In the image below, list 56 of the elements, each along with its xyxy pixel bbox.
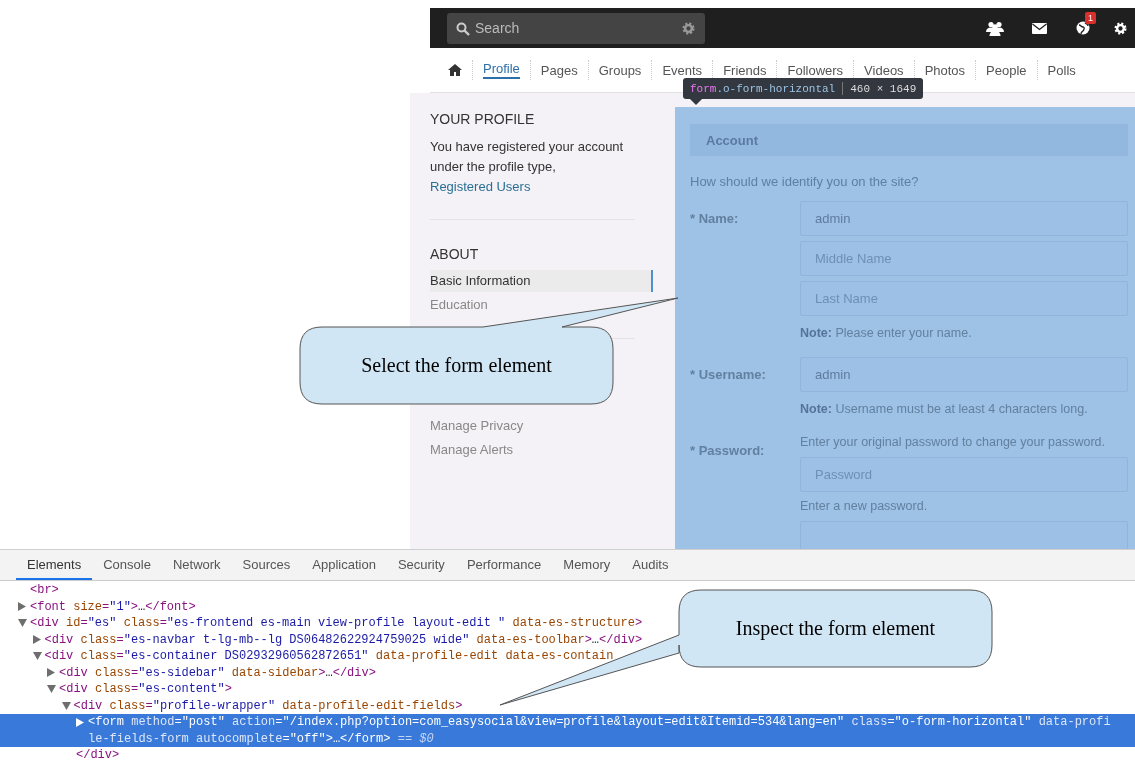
sidebar-item[interactable]: Basic Information xyxy=(430,270,653,292)
devtools-tab[interactable]: Memory xyxy=(552,550,622,580)
devtools-tab[interactable]: Console xyxy=(92,550,162,580)
devtools-tab[interactable]: Network xyxy=(161,550,232,580)
devtools-tab[interactable]: Application xyxy=(301,550,387,580)
dom-node[interactable]: <div class="es-container DS02932960562872651" data-profile-edit data-es-contain xyxy=(44,648,614,665)
collapse-triangle-icon[interactable] xyxy=(32,652,42,661)
dom-node[interactable]: <div class="es-sidebar" data-sidebar>…</div> xyxy=(59,664,376,681)
collapse-triangle-icon[interactable] xyxy=(47,685,56,694)
users-icon[interactable] xyxy=(986,20,1004,36)
field-label: * Password: xyxy=(690,442,766,460)
input-field[interactable] xyxy=(800,521,1128,549)
expand-triangle-icon[interactable] xyxy=(18,602,26,612)
help-text: Enter your original password to change your password. xyxy=(800,434,1107,451)
devtools-tab[interactable]: Performance xyxy=(455,550,553,580)
home-icon xyxy=(448,64,462,76)
nav-tab[interactable]: People xyxy=(976,60,1038,80)
devtools-tab[interactable]: Security xyxy=(386,550,456,580)
devtools-tab[interactable]: Sources xyxy=(231,550,302,580)
dom-node[interactable]: <div class="es-navbar t-lg-mb--lg DS06482622924759025 wide" data-es-toolbar>…</div> xyxy=(44,631,643,648)
callout-text: Select the form element xyxy=(361,354,552,377)
dom-node[interactable]: <div class="es-content"> xyxy=(59,681,232,698)
field-note: Note: Please enter your name. xyxy=(800,325,973,340)
field-note: Note: Username must be at least 4 characters long. xyxy=(800,401,1089,416)
globe-icon[interactable] xyxy=(1076,21,1090,35)
dom-node[interactable]: <br> xyxy=(30,582,59,599)
expand-triangle-icon[interactable] xyxy=(32,635,41,645)
profile-type-link[interactable]: Registered Users xyxy=(430,179,531,194)
form-description: How should we identify you on the site? xyxy=(690,174,920,189)
devtools-tab[interactable]: Audits xyxy=(621,550,680,580)
nav-tab[interactable]: Profile xyxy=(473,60,531,80)
field-label: * Name: xyxy=(690,210,740,228)
collapse-triangle-icon[interactable] xyxy=(18,619,27,628)
dom-node[interactable]: </div> xyxy=(76,747,120,764)
dom-node[interactable]: <div id="es" class="es-frontend es-main view-profile layout-edit " data-es-structure> xyxy=(30,615,643,632)
expand-triangle-icon[interactable] xyxy=(47,668,55,678)
nav-tab[interactable]: Groups xyxy=(588,60,653,80)
nav-tab[interactable]: Polls xyxy=(1037,60,1086,80)
collapse-triangle-icon[interactable] xyxy=(61,701,71,710)
envelope-icon[interactable] xyxy=(1031,22,1047,34)
dom-node[interactable]: <font size="1">…</font> xyxy=(30,598,196,615)
expand-triangle-icon[interactable] xyxy=(76,717,84,727)
nav-tab[interactable]: Pages xyxy=(530,60,589,80)
section-header: Account xyxy=(690,124,1128,156)
callout-text: Inspect the form element xyxy=(735,617,936,640)
profile-type-text: You have registered your account under the profile type, Registered Users xyxy=(430,138,625,196)
section-heading: YOUR PROFILE xyxy=(430,111,536,127)
dom-node[interactable]: <div class="profile-wrapper" data-profile-edit-fields> xyxy=(73,697,463,714)
devtools-tab[interactable]: Elements xyxy=(16,550,93,580)
notification-badge: 1 xyxy=(1085,12,1096,24)
help-text: Enter a new password. xyxy=(800,498,929,515)
size-text: 460 × 1649 xyxy=(850,82,917,95)
section-heading: ABOUT xyxy=(430,246,480,262)
field-label: * Username: xyxy=(690,366,767,384)
selector-text: form.o-form-horizontal xyxy=(690,82,836,95)
search-field[interactable]: Search xyxy=(447,12,705,44)
